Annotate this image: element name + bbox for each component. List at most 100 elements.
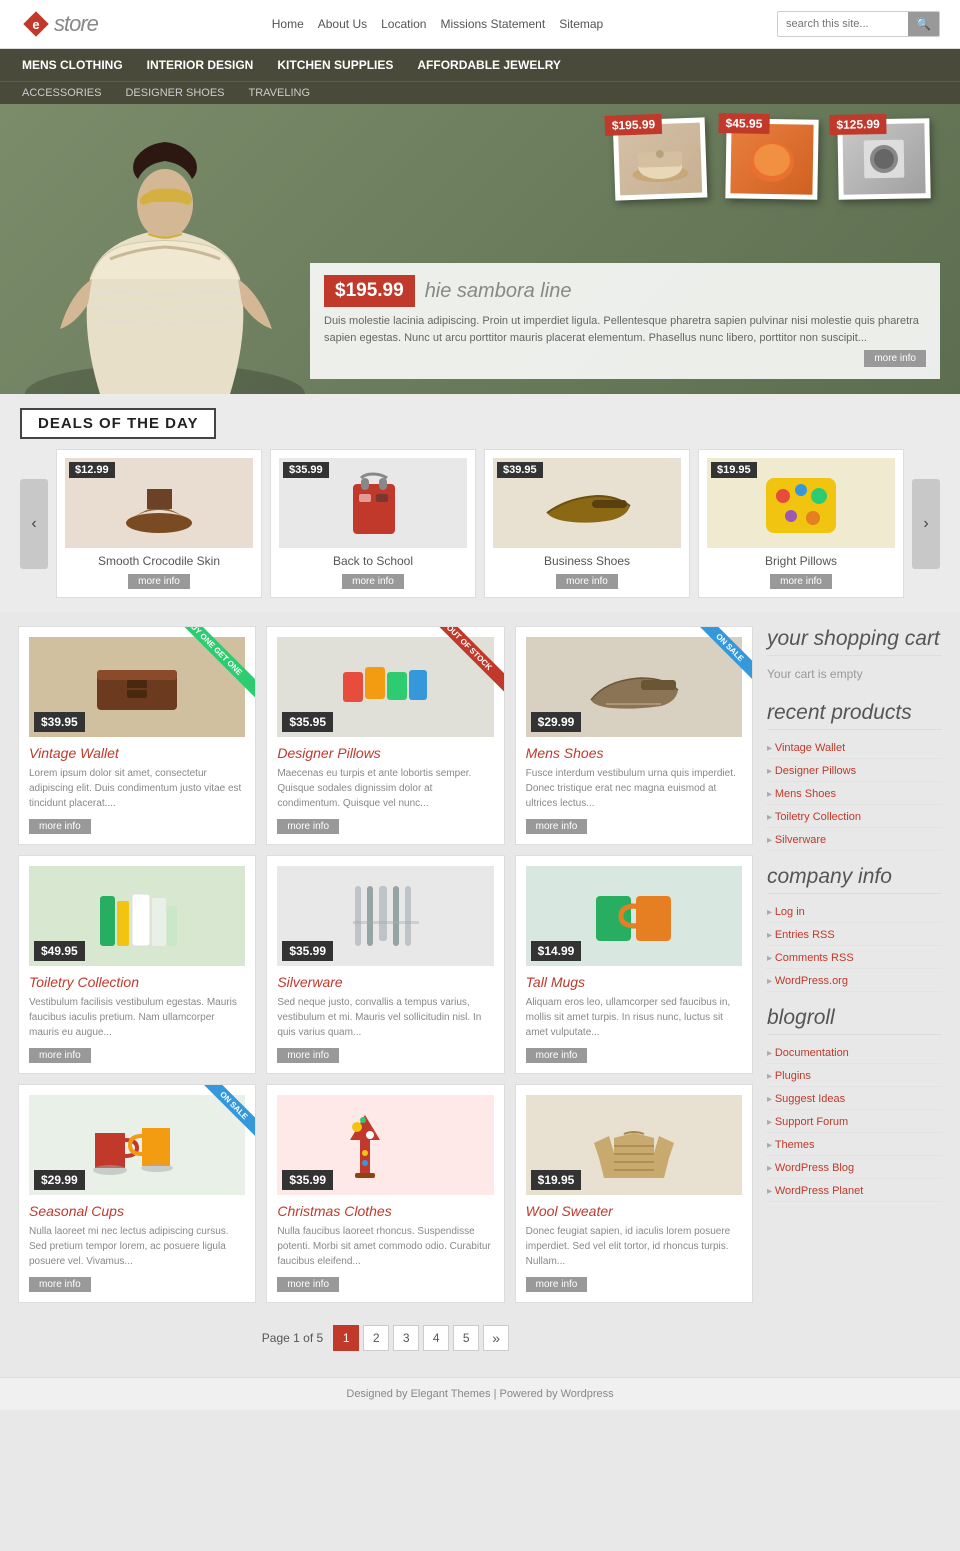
company-item-3: ▸ WordPress.org (767, 969, 942, 992)
product-more-2[interactable]: more info (526, 819, 588, 834)
nav-traveling[interactable]: TRAVELING (237, 82, 323, 104)
logo-text: store (54, 11, 98, 37)
deal-name-0: Smooth Crocodile Skin (65, 554, 253, 568)
deal-price-2: $39.95 (497, 462, 543, 478)
blog-item-6: ▸ WordPress Planet (767, 1179, 942, 1202)
nav-accessories[interactable]: ACCESSORIES (10, 82, 113, 104)
company-title: company info (767, 865, 942, 894)
blog-link-0[interactable]: Documentation (775, 1047, 849, 1059)
hero-price-badge-1: $195.99 (604, 114, 662, 136)
page-btn-2[interactable]: 2 (363, 1325, 389, 1351)
deal-price-0: $12.99 (69, 462, 115, 478)
hero-info-title: hie sambora line (425, 280, 572, 303)
page-btn-1[interactable]: 1 (333, 1325, 359, 1351)
product-more-5[interactable]: more info (526, 1048, 588, 1063)
hero-product-3[interactable]: $125.99 (837, 118, 930, 200)
header-nav: Home About Us Location Missions Statemen… (272, 17, 604, 31)
product-more-3[interactable]: more info (29, 1048, 91, 1063)
product-more-4[interactable]: more info (277, 1048, 339, 1063)
page-btn-4[interactable]: 4 (423, 1325, 449, 1351)
pagination: Page 1 of 5 1 2 3 4 5 » (18, 1313, 753, 1363)
product-desc-3: Vestibulum facilisis vestibulum egestas.… (29, 995, 245, 1040)
page-btn-3[interactable]: 3 (393, 1325, 419, 1351)
nav-affordable-jewelry[interactable]: AFFORDABLE JEWELRY (405, 49, 573, 81)
company-link-2[interactable]: Comments RSS (775, 952, 854, 964)
footer-separator: | Powered by (494, 1388, 561, 1400)
pagination-label: Page 1 of 5 (262, 1331, 323, 1345)
recent-products-list: ▸ Vintage Wallet ▸ Designer Pillows ▸ Me… (767, 736, 942, 851)
nav-location[interactable]: Location (381, 17, 426, 31)
nav-sitemap[interactable]: Sitemap (559, 17, 603, 31)
footer: Designed by Elegant Themes | Powered by … (0, 1377, 960, 1410)
deal-more-1[interactable]: more info (342, 574, 404, 589)
cart-section: your shopping cart Your cart is empty (767, 626, 942, 686)
nav-kitchen-supplies[interactable]: KITCHEN SUPPLIES (265, 49, 405, 81)
recent-link-2[interactable]: Mens Shoes (775, 788, 836, 800)
blog-link-3[interactable]: Support Forum (775, 1116, 848, 1128)
hero-product-1[interactable]: $195.99 (613, 117, 708, 200)
nav-about[interactable]: About Us (318, 17, 367, 31)
blog-link-2[interactable]: Suggest Ideas (775, 1093, 845, 1105)
carousel-next[interactable]: › (912, 479, 940, 569)
nav-missions[interactable]: Missions Statement (440, 17, 545, 31)
logo[interactable]: e store (20, 8, 98, 40)
deal-card-2: $39.95 Business Shoes more info (484, 449, 690, 598)
page-btn-5[interactable]: 5 (453, 1325, 479, 1351)
recent-link-4[interactable]: Silverware (775, 834, 826, 846)
product-price-0: $39.95 (34, 712, 85, 732)
blog-link-4[interactable]: Themes (775, 1139, 815, 1151)
hero-woman (0, 109, 330, 394)
deal-more-0[interactable]: more info (128, 574, 190, 589)
footer-link-2[interactable]: Wordpress (561, 1388, 614, 1400)
product-price-6: $29.99 (34, 1170, 85, 1190)
search-input[interactable] (778, 14, 908, 34)
product-card-2: ON SALE $29.99 Mens Shoes Fusce interdum… (515, 626, 753, 845)
blog-link-5[interactable]: WordPress Blog (775, 1162, 854, 1174)
hero-product-2[interactable]: $45.95 (725, 118, 818, 200)
hero-price-badge-2: $45.95 (718, 113, 769, 134)
product-name-5: Tall Mugs (526, 974, 742, 990)
product-more-0[interactable]: more info (29, 819, 91, 834)
hero-info-box: $195.99 hie sambora line Duis molestie l… (310, 263, 940, 379)
product-desc-5: Aliquam eros leo, ullamcorper sed faucib… (526, 995, 742, 1040)
product-more-8[interactable]: more info (526, 1277, 588, 1292)
blog-link-6[interactable]: WordPress Planet (775, 1185, 863, 1197)
deal-name-1: Back to School (279, 554, 467, 568)
product-desc-0: Lorem ipsum dolor sit amet, consectetur … (29, 766, 245, 811)
nav-interior-design[interactable]: INTERIOR DESIGN (135, 49, 266, 81)
sidebar: your shopping cart Your cart is empty re… (767, 626, 942, 1363)
recent-link-1[interactable]: Designer Pillows (775, 765, 856, 777)
search-button[interactable]: 🔍 (908, 12, 939, 36)
deal-price-1: $35.99 (283, 462, 329, 478)
product-card-3: $49.95 Toiletry Collection Vestibulum fa… (18, 855, 256, 1074)
deal-more-3[interactable]: more info (770, 574, 832, 589)
carousel-prev[interactable]: ‹ (20, 479, 48, 569)
product-name-3: Toiletry Collection (29, 974, 245, 990)
company-link-0[interactable]: Log in (775, 906, 805, 918)
product-desc-7: Nulla faucibus laoreet rhoncus. Suspendi… (277, 1224, 493, 1269)
blog-link-1[interactable]: Plugins (775, 1070, 811, 1082)
blog-item-0: ▸ Documentation (767, 1041, 942, 1064)
company-link-3[interactable]: WordPress.org (775, 975, 848, 987)
page-next[interactable]: » (483, 1325, 509, 1351)
deal-more-2[interactable]: more info (556, 574, 618, 589)
deal-card-0: $12.99 Smooth Crocodile Skin more info (56, 449, 262, 598)
recent-link-3[interactable]: Toiletry Collection (775, 811, 861, 823)
footer-link-1[interactable]: Elegant Themes (411, 1388, 491, 1400)
product-more-7[interactable]: more info (277, 1277, 339, 1292)
nav-designer-shoes[interactable]: DESIGNER SHOES (113, 82, 236, 104)
product-more-6[interactable]: more info (29, 1277, 91, 1292)
hero-more-info-btn[interactable]: more info (864, 350, 926, 367)
product-desc-4: Sed neque justo, convallis a tempus vari… (277, 995, 493, 1040)
product-price-7: $35.99 (282, 1170, 333, 1190)
deal-price-3: $19.95 (711, 462, 757, 478)
company-link-1[interactable]: Entries RSS (775, 929, 835, 941)
hero-info-price: $195.99 (324, 275, 415, 307)
nav-mens-clothing[interactable]: MENS CLOTHING (10, 49, 135, 81)
product-card-5: $14.99 Tall Mugs Aliquam eros leo, ullam… (515, 855, 753, 1074)
product-more-1[interactable]: more info (277, 819, 339, 834)
search-form: 🔍 (777, 11, 940, 37)
recent-link-0[interactable]: Vintage Wallet (775, 742, 845, 754)
nav-home[interactable]: Home (272, 17, 304, 31)
product-desc-6: Nulla laoreet mi nec lectus adipiscing c… (29, 1224, 245, 1269)
